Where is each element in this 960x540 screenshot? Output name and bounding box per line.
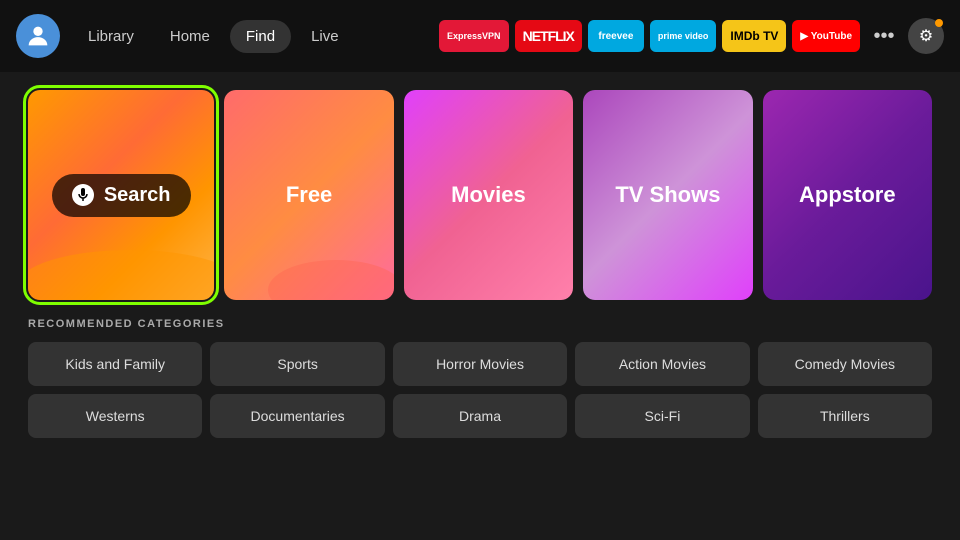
tvshows-tile[interactable]: TV Shows	[583, 90, 752, 300]
movies-tile[interactable]: Movies	[404, 90, 573, 300]
settings-notification-dot	[935, 19, 943, 27]
categories-grid: Kids and Family Sports Horror Movies Act…	[28, 342, 932, 438]
appstore-label: Appstore	[799, 182, 896, 208]
app-youtube[interactable]: ▶ YouTube	[792, 20, 860, 52]
category-documentaries[interactable]: Documentaries	[210, 394, 384, 438]
category-thrillers[interactable]: Thrillers	[758, 394, 932, 438]
category-sports[interactable]: Sports	[210, 342, 384, 386]
nav-apps: ExpressVPN NETFLIX freevee prime video I…	[439, 18, 944, 54]
tvshows-label: TV Shows	[615, 182, 720, 208]
free-tile[interactable]: Free	[224, 90, 393, 300]
free-label: Free	[286, 182, 332, 208]
appstore-tile[interactable]: Appstore	[763, 90, 932, 300]
microphone-icon	[72, 184, 94, 206]
category-westerns[interactable]: Westerns	[28, 394, 202, 438]
settings-button[interactable]: ⚙	[908, 18, 944, 54]
nav-home[interactable]: Home	[154, 20, 226, 53]
app-prime[interactable]: prime video	[650, 20, 717, 52]
nav-find[interactable]: Find	[230, 20, 291, 53]
app-freevee[interactable]: freevee	[588, 20, 644, 52]
search-button[interactable]: Search	[52, 174, 191, 217]
nav-live[interactable]: Live	[295, 20, 355, 53]
categories-row-1: Kids and Family Sports Horror Movies Act…	[28, 342, 932, 386]
category-action[interactable]: Action Movies	[575, 342, 749, 386]
movies-label: Movies	[451, 182, 526, 208]
category-horror[interactable]: Horror Movies	[393, 342, 567, 386]
search-tile[interactable]: Search	[28, 90, 214, 300]
more-apps-button[interactable]: •••	[866, 18, 902, 54]
nav-links: Library Home Find Live	[72, 20, 355, 53]
gear-icon: ⚙	[919, 26, 933, 46]
top-navigation: Library Home Find Live ExpressVPN NETFLI…	[0, 0, 960, 72]
category-drama[interactable]: Drama	[393, 394, 567, 438]
category-kids-family[interactable]: Kids and Family	[28, 342, 202, 386]
search-label: Search	[104, 184, 171, 207]
category-scifi[interactable]: Sci-Fi	[575, 394, 749, 438]
app-imdb[interactable]: IMDb TV	[722, 20, 786, 52]
main-content: Search Free Movies TV Shows Appstore REC…	[0, 72, 960, 438]
recommended-section-title: RECOMMENDED CATEGORIES	[28, 318, 932, 330]
nav-library[interactable]: Library	[72, 20, 150, 53]
app-netflix[interactable]: NETFLIX	[515, 20, 582, 52]
app-expressvpn[interactable]: ExpressVPN	[439, 20, 509, 52]
category-comedy[interactable]: Comedy Movies	[758, 342, 932, 386]
categories-row-2: Westerns Documentaries Drama Sci-Fi Thri…	[28, 394, 932, 438]
category-tiles-row: Search Free Movies TV Shows Appstore	[28, 90, 932, 300]
user-avatar[interactable]	[16, 14, 60, 58]
